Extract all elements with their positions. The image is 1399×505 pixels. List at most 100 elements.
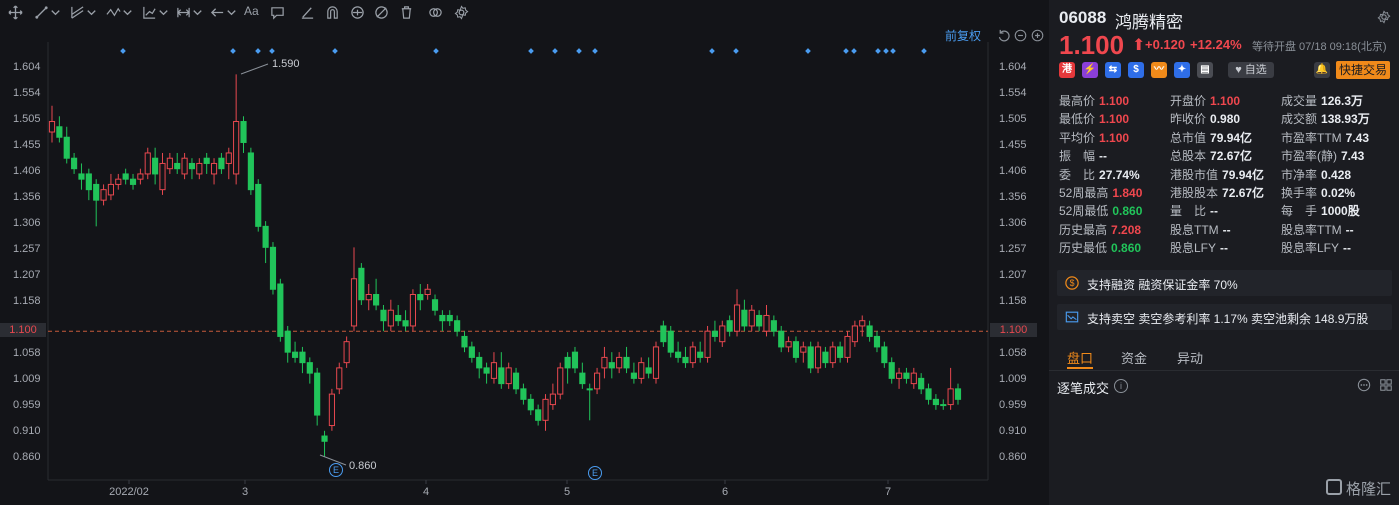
zoom-in-icon[interactable] bbox=[1031, 29, 1044, 42]
svg-text:$: $ bbox=[1070, 278, 1075, 288]
crosshair-icon[interactable] bbox=[6, 3, 24, 21]
event-marker[interactable]: E bbox=[329, 463, 343, 477]
y-tick-label-right: 1.158 bbox=[999, 294, 1027, 307]
tab-order-book[interactable]: 盘口 bbox=[1067, 348, 1093, 367]
stat-row: 最高价 1.100 开盘价 1.100 成交量 126.3万 bbox=[1059, 92, 1394, 110]
stat-label: 总市值 bbox=[1170, 130, 1207, 145]
y-tick-label-left: 0.959 bbox=[13, 399, 41, 412]
restore-adjust-button[interactable]: 前复权 bbox=[945, 27, 981, 44]
quick-trade-button[interactable]: 快捷交易 bbox=[1336, 61, 1390, 79]
eye-icon[interactable] bbox=[348, 3, 366, 21]
candle-down bbox=[358, 267, 365, 301]
candle-up bbox=[652, 346, 660, 379]
candle-down bbox=[431, 299, 439, 311]
chevron-down-icon[interactable] bbox=[118, 3, 136, 21]
stat-cell: 市盈率(静) 7.43 bbox=[1281, 147, 1364, 164]
feature-badge-icon[interactable]: ✦ bbox=[1174, 62, 1190, 78]
stat-row: 历史最高 7.208 股息TTM -- 股息率TTM -- bbox=[1059, 221, 1394, 239]
chevron-down-icon[interactable] bbox=[188, 3, 206, 21]
info-icon[interactable]: i bbox=[1114, 379, 1128, 393]
y-tick-label-left: 1.058 bbox=[13, 347, 41, 360]
feature-badge-icon[interactable]: 港 bbox=[1059, 62, 1075, 78]
candle-down bbox=[255, 183, 262, 227]
chevron-down-icon[interactable] bbox=[222, 3, 240, 21]
pen-icon[interactable] bbox=[298, 3, 316, 21]
bell-icon[interactable]: 🔔 bbox=[1314, 62, 1330, 78]
candle-down bbox=[807, 346, 814, 369]
x-tick-label: 7 bbox=[884, 486, 892, 498]
candle-down bbox=[247, 152, 254, 191]
comment-icon[interactable] bbox=[268, 3, 286, 21]
x-tick-label: 4 bbox=[422, 486, 430, 498]
candle-down bbox=[476, 356, 483, 369]
candle-down bbox=[63, 136, 70, 159]
text-tool[interactable]: Aa bbox=[244, 4, 259, 18]
stat-value: 7.208 bbox=[1111, 222, 1142, 237]
compare-icon[interactable] bbox=[426, 3, 444, 21]
chevron-down-icon[interactable] bbox=[82, 3, 100, 21]
feature-badge-icon[interactable]: ▤ bbox=[1197, 62, 1213, 78]
y-tick-label-right: 1.554 bbox=[999, 87, 1027, 100]
candle-up bbox=[336, 367, 343, 390]
feature-badge-icon[interactable]: ⇆ bbox=[1105, 62, 1121, 78]
feature-badge-icon[interactable]: $ bbox=[1128, 62, 1144, 78]
chart-pane[interactable]: Aa 前复权 1.604 1.604 1.554 1.554 1.505 1.505 1.4… bbox=[0, 0, 1048, 505]
y-tick-label-right: 0.959 bbox=[999, 399, 1027, 412]
candle-up bbox=[350, 278, 358, 327]
event-dot bbox=[843, 48, 849, 54]
event-marker[interactable]: E bbox=[588, 466, 602, 480]
grid-icon[interactable] bbox=[1379, 378, 1393, 392]
feature-badge-icon[interactable]: 〰 bbox=[1151, 62, 1167, 78]
add-favorite-button[interactable]: ♥ 自选 bbox=[1228, 62, 1274, 78]
stat-cell: 历史最高 7.208 bbox=[1059, 221, 1141, 238]
settings-icon[interactable] bbox=[1377, 10, 1391, 24]
candlestick-chart[interactable] bbox=[0, 0, 1048, 505]
zoom-out-icon[interactable] bbox=[1014, 29, 1027, 42]
stat-value: 72.67亿 bbox=[1210, 149, 1253, 164]
stat-label: 52周最低 bbox=[1059, 204, 1109, 219]
stat-cell: 股息LFY -- bbox=[1170, 239, 1228, 256]
stock-code: 06088 bbox=[1059, 8, 1107, 27]
candle-down bbox=[188, 162, 196, 170]
settings-icon[interactable] bbox=[452, 3, 470, 21]
x-tick-label: 2022/02 bbox=[109, 486, 149, 498]
chevron-down-icon[interactable] bbox=[154, 3, 172, 21]
candle-up bbox=[851, 325, 858, 343]
event-dot bbox=[255, 48, 261, 54]
y-tick-label-right: 1.009 bbox=[999, 372, 1027, 385]
candle-up bbox=[328, 393, 335, 427]
y-tick-label-left: 1.406 bbox=[13, 164, 41, 177]
candle-down bbox=[129, 178, 137, 185]
candle-up bbox=[505, 367, 512, 385]
tab-capital-flow[interactable]: 资金 bbox=[1121, 348, 1147, 367]
candle-up bbox=[549, 393, 556, 406]
coin-icon: $ bbox=[1065, 276, 1079, 290]
y-tick-label-left: 0.860 bbox=[13, 451, 41, 463]
candle-up bbox=[233, 121, 240, 175]
y-tick-label-right: 0.860 bbox=[999, 451, 1027, 463]
candle-up bbox=[159, 162, 166, 191]
tab-unusual-activity[interactable]: 异动 bbox=[1177, 348, 1203, 367]
margin-info[interactable]: $ 支持融资 融资保证金率 70% bbox=[1057, 270, 1392, 296]
chevron-down-icon[interactable] bbox=[46, 3, 64, 21]
short-info[interactable]: 支持卖空 卖空参考利率 1.17% 卖空池剩余 148.9万股 bbox=[1057, 304, 1392, 330]
stat-row: 委 比 27.74% 港股市值 79.94亿 市净率 0.428 bbox=[1059, 166, 1394, 184]
more-icon[interactable] bbox=[1357, 378, 1371, 392]
chart-icon bbox=[1065, 311, 1079, 323]
trash-icon[interactable] bbox=[397, 3, 415, 21]
reset-icon[interactable] bbox=[997, 29, 1010, 42]
x-tick-label: 3 bbox=[241, 486, 249, 498]
stat-cell: 股息TTM -- bbox=[1170, 221, 1231, 238]
candle-up bbox=[748, 309, 755, 327]
hide-icon[interactable] bbox=[372, 3, 390, 21]
stat-cell: 最低价 1.100 bbox=[1059, 110, 1129, 127]
y-tick-label-right: 1.505 bbox=[999, 112, 1027, 125]
y-tick-label-left: 1.505 bbox=[13, 112, 41, 125]
feature-badge-icon[interactable]: ⚡ bbox=[1082, 62, 1098, 78]
magnet-icon[interactable] bbox=[323, 3, 341, 21]
stat-cell: 量 比 -- bbox=[1170, 202, 1218, 219]
stat-cell: 每 手 1000股 bbox=[1281, 202, 1360, 219]
event-dot bbox=[883, 48, 889, 54]
candle-down bbox=[535, 409, 542, 421]
y-tick-label-left: 1.009 bbox=[13, 372, 41, 385]
